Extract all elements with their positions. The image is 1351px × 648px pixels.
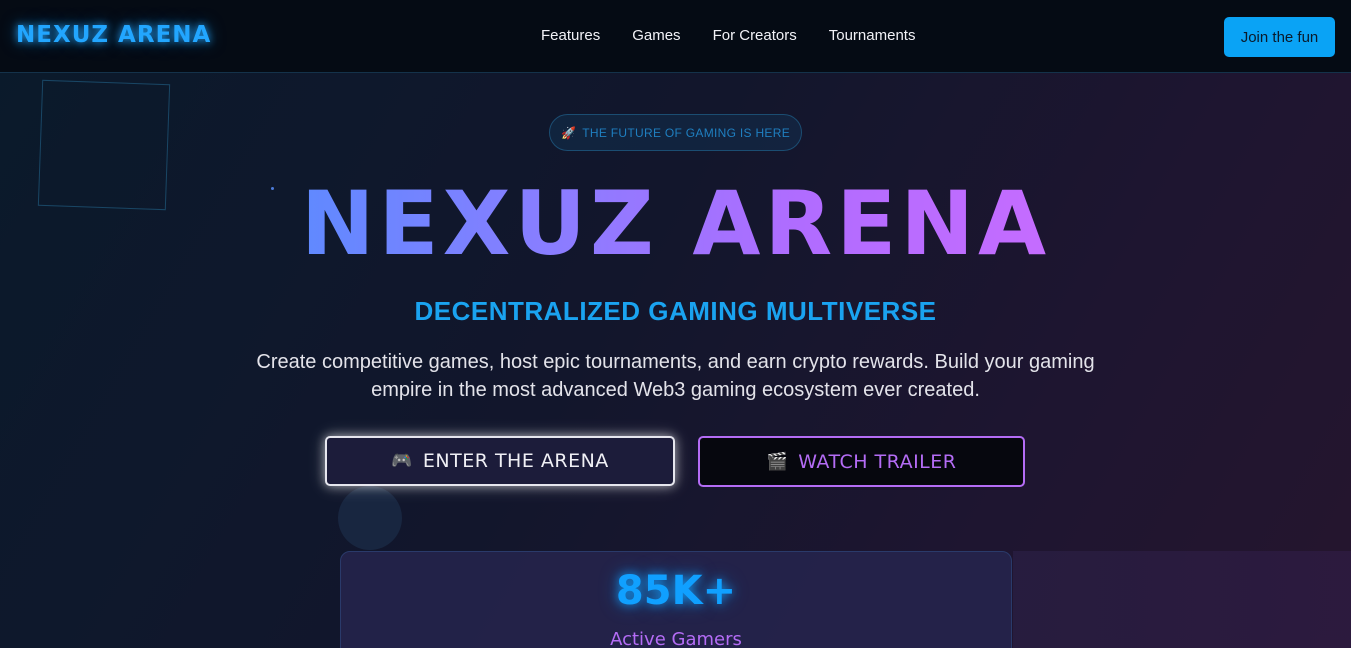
gamepad-icon: 🎮 (391, 451, 413, 471)
hero-description: Create competitive games, host epic tour… (256, 351, 1095, 401)
nav-link-tournaments[interactable]: Tournaments (829, 27, 916, 44)
announcement-text: THE FUTURE OF GAMING IS HERE (582, 125, 790, 140)
nav-link-features[interactable]: Features (541, 27, 600, 44)
hero-title: NEXUZ ARENA (268, 174, 1083, 274)
top-navbar: NEXUZ ARENA Features Games For Creators … (0, 0, 1351, 73)
stats-background-panel (1013, 551, 1351, 648)
hero-subtitle: DECENTRALIZED GAMING MULTIVERSE (414, 296, 937, 326)
watch-trailer-button[interactable]: 🎬 WATCH TRAILER (698, 436, 1025, 487)
stat-card-active-gamers: 85K+ Active Gamers (340, 551, 1012, 648)
enter-the-arena-label: ENTER THE ARENA (422, 450, 609, 472)
announcement-pill: 🚀 THE FUTURE OF GAMING IS HERE (549, 114, 802, 151)
stat-value: 85K+ (615, 568, 737, 614)
decorative-circle (338, 486, 402, 550)
nav-links: Features Games For Creators Tournaments (541, 27, 915, 44)
decorative-square (37, 79, 171, 211)
stat-label: Active Gamers (610, 629, 742, 648)
rocket-icon: 🚀 (561, 125, 577, 140)
nav-link-for-creators[interactable]: For Creators (713, 27, 797, 44)
brand-logo[interactable]: NEXUZ ARENA (16, 22, 211, 48)
join-the-fun-button[interactable]: Join the fun (1224, 17, 1335, 57)
nav-link-games[interactable]: Games (632, 27, 680, 44)
clapperboard-icon: 🎬 (766, 451, 789, 472)
watch-trailer-label: WATCH TRAILER (798, 450, 957, 473)
enter-the-arena-button[interactable]: 🎮 ENTER THE ARENA (325, 436, 675, 486)
